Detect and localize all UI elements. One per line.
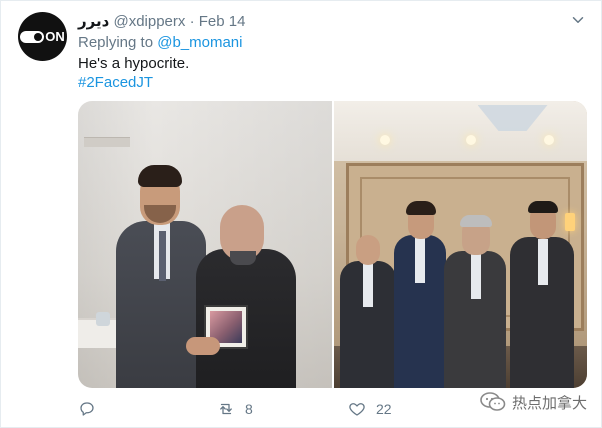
reply-icon [80, 402, 94, 416]
replying-to: Replying to @b_momani [78, 34, 242, 52]
wall-lamp [565, 213, 575, 231]
avatar[interactable]: ON [18, 12, 67, 61]
like-button[interactable]: 22 [348, 397, 392, 421]
tweet-media[interactable] [78, 101, 587, 388]
ceiling [333, 101, 587, 161]
like-count: 22 [376, 401, 392, 417]
man-left-tie [159, 231, 166, 281]
tweet-header: دیرر @xdipperx · Feb 14 [78, 13, 245, 31]
retweet-icon [220, 403, 232, 415]
retweet-button[interactable]: 8 [217, 397, 253, 421]
replying-prefix: Replying to [78, 34, 154, 51]
person-1-head [355, 235, 380, 265]
logo-pill-icon [20, 30, 45, 43]
person-3-shirt [470, 253, 481, 299]
user-handle[interactable]: @xdipperx [113, 13, 185, 30]
tweet-date[interactable]: Feb 14 [199, 13, 246, 30]
person-4-hair [527, 201, 558, 213]
ceiling-light [379, 135, 390, 145]
tweet-text: He's a hypocrite. [78, 55, 190, 72]
watermark: 热点加拿大 [480, 391, 587, 413]
display-name[interactable]: دیرر [78, 13, 109, 30]
person-2-hair [405, 201, 436, 215]
mention-link[interactable]: @b_momani [157, 34, 242, 51]
photo-left[interactable] [78, 101, 332, 388]
person-4-shirt [537, 239, 548, 285]
person-1-shirt [362, 261, 373, 307]
hands [186, 337, 220, 355]
heart-icon [349, 403, 365, 416]
ceiling-vent [84, 137, 130, 147]
retweet-count: 8 [245, 401, 253, 417]
avatar-logo-text: ON [45, 29, 65, 44]
on-logo: ON [20, 29, 65, 44]
wechat-icon [480, 392, 506, 411]
tweet-card[interactable]: ON دیرر @xdipperx · Feb 14 Replying to @… [0, 0, 602, 428]
separator-dot: · [189, 13, 195, 30]
man-right-collar [230, 251, 256, 265]
watermark-text: 热点加拿大 [511, 394, 587, 412]
reply-button[interactable] [78, 397, 106, 421]
ceiling-light [543, 135, 554, 145]
person-3-hair [459, 215, 492, 227]
chevron-down-icon[interactable] [569, 11, 587, 29]
photo-right[interactable] [333, 101, 587, 388]
person-2-shirt [414, 237, 425, 283]
ceiling-light [465, 135, 476, 145]
cup [96, 312, 110, 326]
man-left-hair [138, 165, 182, 187]
hashtag-link[interactable]: #2FacedJT [78, 73, 153, 92]
